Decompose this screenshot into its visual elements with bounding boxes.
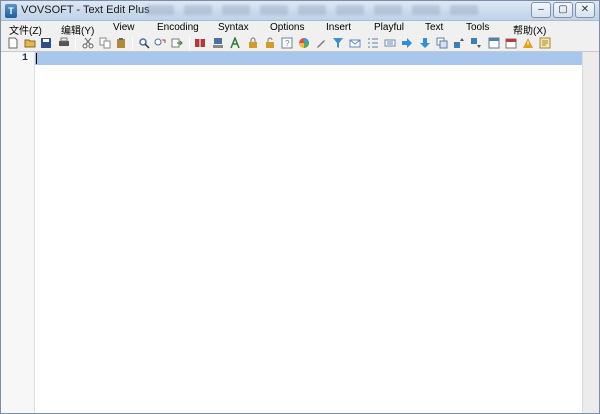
menu-playful[interactable]: Playful (374, 22, 404, 33)
app-icon: T (5, 4, 17, 18)
menu-encoding[interactable]: Encoding (157, 22, 199, 33)
menu-view[interactable]: View (113, 22, 135, 33)
window-icon[interactable] (488, 37, 500, 49)
copy-pages-icon[interactable] (436, 37, 448, 49)
arrow-down-icon[interactable] (419, 37, 431, 49)
book-icon[interactable] (194, 37, 206, 49)
title-bar[interactable]: T VOVSOFT - Text Edit Plus – ▢ ✕ (1, 1, 599, 21)
window-controls: – ▢ ✕ (531, 2, 595, 18)
help-card-icon[interactable]: ? (281, 37, 293, 49)
menu-file[interactable]: 文件(Z) (9, 22, 42, 37)
minimize-button[interactable]: – (531, 2, 551, 18)
goto-icon[interactable] (171, 37, 183, 49)
pen-icon[interactable] (315, 37, 327, 49)
line-number-gutter: 1 (1, 52, 35, 413)
new-file-icon[interactable] (7, 37, 19, 49)
font-icon[interactable] (229, 37, 241, 49)
menu-help[interactable]: 帮助(X) (513, 22, 546, 37)
warning-icon[interactable] (522, 37, 534, 49)
replace-icon[interactable] (154, 37, 166, 49)
line-number: 1 (21, 53, 28, 64)
open-folder-icon[interactable] (24, 37, 36, 49)
save-icon[interactable] (40, 37, 52, 49)
cut-icon[interactable] (82, 37, 94, 49)
toolbar-separator (132, 37, 133, 50)
text-caret (36, 53, 37, 64)
app-window: T VOVSOFT - Text Edit Plus – ▢ ✕ 文件(Z) 编… (0, 0, 600, 414)
toolbar-separator (189, 37, 190, 50)
lock-icon[interactable] (247, 37, 259, 49)
menu-tools[interactable]: Tools (466, 22, 489, 33)
list-icon[interactable] (367, 37, 379, 49)
window-title: VOVSOFT - Text Edit Plus (21, 4, 150, 16)
color-wheel-icon[interactable] (298, 37, 310, 49)
find-icon[interactable] (138, 37, 150, 49)
stamp-icon[interactable] (212, 37, 224, 49)
svg-text:?: ? (285, 39, 290, 48)
arrow-right-icon[interactable] (401, 37, 413, 49)
menu-syntax[interactable]: Syntax (218, 22, 249, 33)
toolbar-separator (75, 37, 76, 50)
toolbar: ? (1, 36, 599, 51)
menu-options[interactable]: Options (270, 22, 304, 33)
unlock-icon[interactable] (264, 37, 276, 49)
copy-icon[interactable] (99, 37, 111, 49)
mail-icon[interactable] (349, 37, 361, 49)
note-icon[interactable] (539, 37, 551, 49)
menu-edit[interactable]: 编辑(Y) (61, 22, 94, 37)
maximize-button[interactable]: ▢ (553, 2, 573, 18)
keyboard-icon[interactable] (384, 37, 396, 49)
current-line-highlight (35, 52, 582, 65)
vertical-scrollbar[interactable] (582, 52, 599, 413)
sort-down-icon[interactable] (470, 37, 482, 49)
close-button[interactable]: ✕ (575, 2, 595, 18)
editor-area[interactable]: 1 (1, 51, 599, 413)
menu-text[interactable]: Text (425, 22, 443, 33)
calendar-icon[interactable] (505, 37, 517, 49)
menu-bar: 文件(Z) 编辑(Y) View Encoding Syntax Options… (1, 21, 599, 37)
filter-icon[interactable] (332, 37, 344, 49)
print-icon[interactable] (58, 37, 70, 49)
blurred-taskbar-overlay (146, 3, 506, 17)
paste-icon[interactable] (115, 37, 127, 49)
menu-insert[interactable]: Insert (326, 22, 351, 33)
sort-up-icon[interactable] (453, 37, 465, 49)
